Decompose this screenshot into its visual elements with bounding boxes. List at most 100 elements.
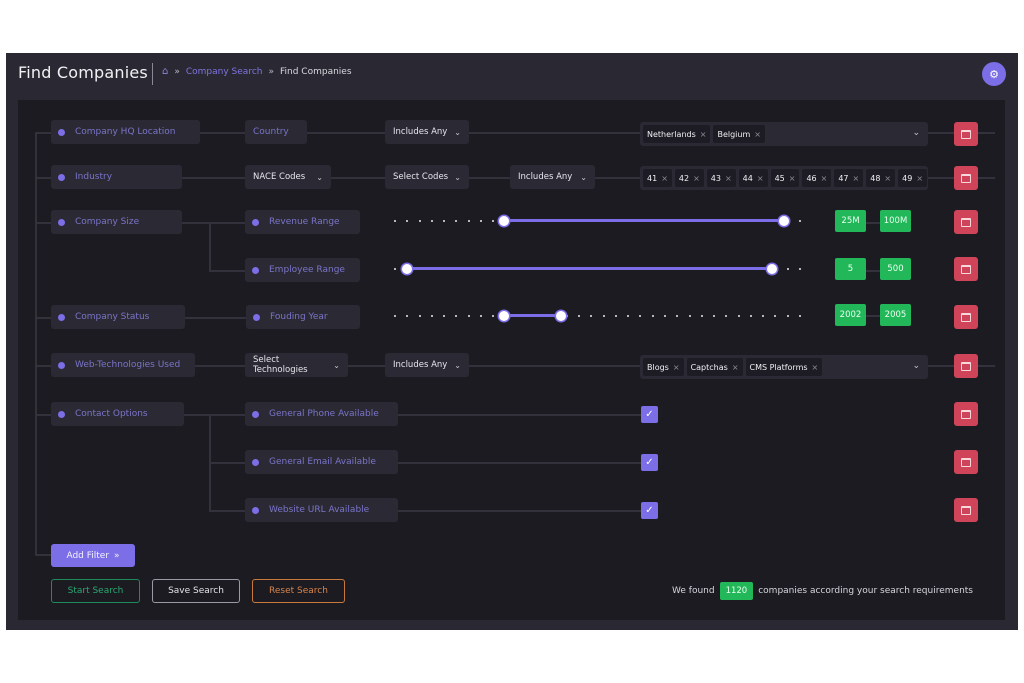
- filter-company-status[interactable]: Company Status: [51, 305, 185, 329]
- slider-max-thumb[interactable]: [766, 264, 777, 274]
- slider-tick: [799, 268, 801, 270]
- subfilter-general-email[interactable]: General Email Available: [245, 450, 398, 474]
- general-phone-checkbox[interactable]: ✓: [641, 406, 658, 423]
- slider-tick: [467, 220, 470, 222]
- tag-chip: Netherlands ×: [643, 125, 711, 143]
- title-divider: [152, 63, 153, 85]
- slider-min-thumb[interactable]: [499, 311, 510, 321]
- filter-dot-icon: [252, 266, 259, 274]
- founding-max-value[interactable]: 2005: [880, 304, 911, 326]
- tree-trunk-line: [35, 132, 37, 556]
- result-count-badge: 1120: [719, 582, 754, 600]
- filter-contact-options[interactable]: Contact Options: [51, 402, 184, 426]
- tag-label: 41: [647, 173, 658, 183]
- slider-tick: [786, 315, 789, 317]
- slider-min-thumb[interactable]: [499, 216, 510, 226]
- archive-icon: [961, 217, 971, 227]
- remove-tag-icon[interactable]: ×: [916, 174, 923, 183]
- technologies-select[interactable]: Select Technologies ⌄: [245, 353, 348, 377]
- reset-search-button[interactable]: Reset Search: [252, 579, 345, 603]
- delete-filter-button[interactable]: [954, 210, 978, 234]
- delete-filter-button[interactable]: [954, 305, 978, 329]
- general-email-checkbox[interactable]: ✓: [641, 454, 658, 471]
- remove-tag-icon[interactable]: ×: [853, 174, 860, 183]
- archive-icon: [961, 312, 971, 322]
- remove-tag-icon[interactable]: ×: [821, 174, 828, 183]
- add-filter-button[interactable]: Add Filter »: [51, 544, 135, 567]
- slider-min-thumb[interactable]: [402, 264, 413, 274]
- employee-min-value[interactable]: 5: [835, 258, 866, 280]
- founding-min-value[interactable]: 2002: [835, 304, 866, 326]
- industry-code-select[interactable]: Select Codes ⌄: [385, 165, 469, 189]
- remove-tag-icon[interactable]: ×: [725, 174, 732, 183]
- slider-range-fill: [504, 314, 562, 317]
- remove-tag-icon[interactable]: ×: [673, 363, 680, 372]
- slider-max-thumb[interactable]: [778, 216, 789, 226]
- tag-chip: 47 ×: [834, 169, 864, 187]
- tree-branch-line: [35, 554, 51, 556]
- tag-chip: 45 ×: [770, 169, 800, 187]
- delete-filter-button[interactable]: [954, 498, 978, 522]
- remove-tag-icon[interactable]: ×: [693, 174, 700, 183]
- filter-industry[interactable]: Industry: [51, 165, 182, 189]
- revenue-min-value[interactable]: 25M: [835, 210, 866, 232]
- remove-tag-icon[interactable]: ×: [700, 130, 707, 139]
- industry-codes-multiselect[interactable]: 41 × 42 × 43 × 44 × 45 × 46 × 47 × 48 × 49 ×: [640, 166, 928, 190]
- technologies-multiselect[interactable]: Blogs × Captchas × CMS Platforms × ⌄: [640, 355, 928, 379]
- slider-tick: [406, 315, 409, 317]
- remove-tag-icon[interactable]: ×: [754, 130, 761, 139]
- slider-tick: [578, 315, 581, 317]
- remove-tag-icon[interactable]: ×: [732, 363, 739, 372]
- technologies-operator-select[interactable]: Includes Any ⌄: [385, 353, 469, 377]
- slider-range-fill: [407, 267, 772, 270]
- chevron-down-icon[interactable]: ⌄: [912, 361, 920, 371]
- breadcrumb-link-company-search[interactable]: Company Search: [186, 67, 263, 77]
- archive-icon: [961, 457, 971, 467]
- remove-tag-icon[interactable]: ×: [757, 174, 764, 183]
- check-icon: ✓: [645, 457, 654, 468]
- slider-tick: [430, 220, 433, 222]
- employee-range-slider[interactable]: [394, 261, 801, 277]
- delete-filter-button[interactable]: [954, 122, 978, 146]
- filter-company-size[interactable]: Company Size: [51, 210, 182, 234]
- revenue-range-slider[interactable]: [394, 213, 801, 229]
- filter-web-technologies[interactable]: Web-Technologies Used: [51, 353, 195, 377]
- tag-label: 43: [710, 173, 721, 183]
- industry-operator-select[interactable]: Includes Any ⌄: [510, 165, 595, 189]
- slider-tick: [443, 315, 446, 317]
- home-icon[interactable]: ⌂: [162, 66, 168, 77]
- industry-code-type-select[interactable]: NACE Codes ⌄: [245, 165, 331, 189]
- delete-filter-button[interactable]: [954, 402, 978, 426]
- slider-max-thumb[interactable]: [556, 311, 567, 321]
- subfilter-founding-year[interactable]: Fouding Year: [246, 305, 360, 329]
- slider-tick: [639, 315, 642, 317]
- hq-country-multiselect[interactable]: Netherlands × Belgium × ⌄: [640, 122, 928, 146]
- remove-tag-icon[interactable]: ×: [812, 363, 819, 372]
- subfilter-employee-range[interactable]: Employee Range: [245, 258, 360, 282]
- tag-label: 42: [678, 173, 690, 183]
- founding-year-range-slider[interactable]: [394, 308, 801, 324]
- archive-icon: [961, 361, 971, 371]
- remove-tag-icon[interactable]: ×: [661, 174, 668, 183]
- remove-tag-icon[interactable]: ×: [884, 174, 891, 183]
- website-url-checkbox[interactable]: ✓: [641, 502, 658, 519]
- slider-tick: [749, 315, 752, 317]
- employee-max-value[interactable]: 500: [880, 258, 911, 280]
- remove-tag-icon[interactable]: ×: [789, 174, 796, 183]
- start-search-button[interactable]: Start Search: [51, 579, 140, 603]
- subfilter-general-phone[interactable]: General Phone Available: [245, 402, 398, 426]
- save-search-button[interactable]: Save Search: [152, 579, 240, 603]
- gear-icon: ⚙: [989, 67, 999, 81]
- delete-filter-button[interactable]: [954, 257, 978, 281]
- tag-chip: 43 ×: [706, 169, 736, 187]
- revenue-max-value[interactable]: 100M: [880, 210, 911, 232]
- subfilter-website-url[interactable]: Website URL Available: [245, 498, 398, 522]
- delete-filter-button[interactable]: [954, 166, 978, 190]
- settings-button[interactable]: ⚙: [982, 62, 1006, 86]
- subfilter-revenue-range[interactable]: Revenue Range: [245, 210, 360, 234]
- delete-filter-button[interactable]: [954, 450, 978, 474]
- hq-operator-select[interactable]: Includes Any ⌄: [385, 120, 469, 144]
- filter-hq-location[interactable]: Company HQ Location: [51, 120, 200, 144]
- chevron-down-icon[interactable]: ⌄: [912, 128, 920, 138]
- delete-filter-button[interactable]: [954, 354, 978, 378]
